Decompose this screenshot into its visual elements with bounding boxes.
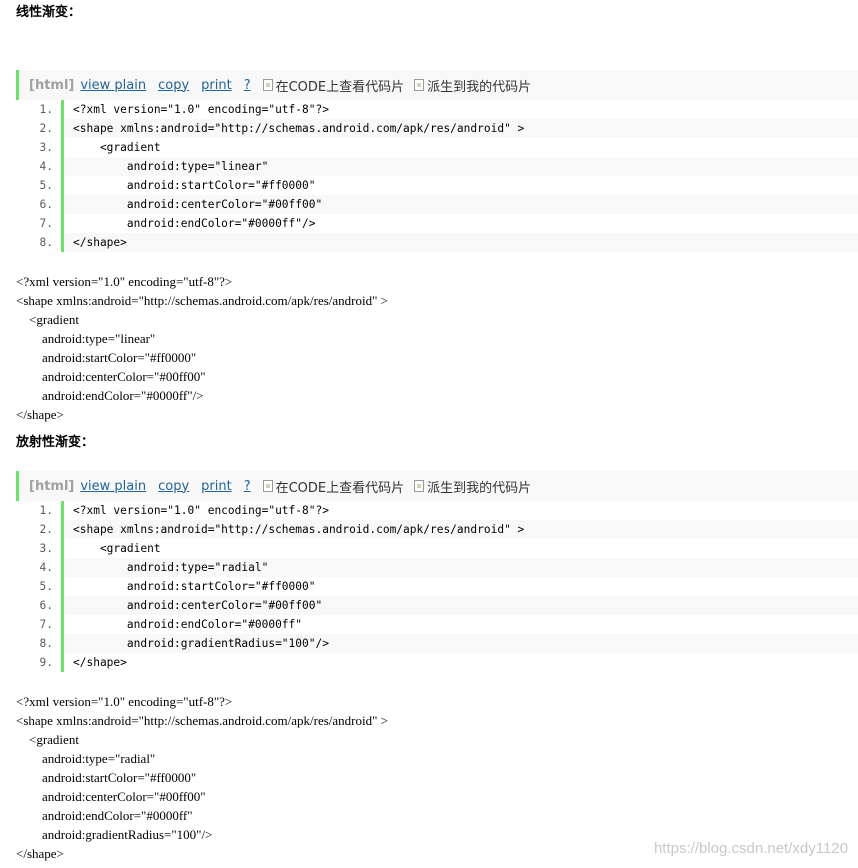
line-number: 4.	[39, 160, 53, 173]
code-line: <?xml version="1.0" encoding="utf-8"?>	[73, 504, 329, 517]
view-on-code-link[interactable]: 在CODE上查看代码片	[262, 477, 405, 496]
view-on-code-link[interactable]: 在CODE上查看代码片	[262, 76, 405, 95]
plain-code-line: </shape>	[16, 407, 64, 422]
code-line: android:endColor="#0000ff"/>	[73, 217, 316, 230]
code-row: 5. android:startColor="#ff0000"	[16, 176, 858, 195]
code-row: 8. android:gradientRadius="100"/>	[16, 634, 858, 653]
code-row: 6. android:centerColor="#00ff00"	[16, 596, 858, 615]
section-heading-linear: 线性渐变：	[16, 5, 82, 20]
plain-code-line: android:startColor="#ff0000"	[16, 770, 197, 785]
plain-code-line: android:endColor="#0000ff"/>	[16, 388, 204, 403]
line-number: 7.	[39, 618, 53, 631]
plain-code-line: android:centerColor="#00ff00"	[16, 789, 206, 804]
copy-link[interactable]: copy	[158, 78, 189, 93]
plain-code-line: <shape xmlns:android="http://schemas.and…	[16, 713, 388, 728]
code-row: 4. android:type="linear"	[16, 157, 858, 176]
view-plain-link[interactable]: view plain	[80, 479, 146, 494]
code-row: 7. android:endColor="#0000ff"/>	[16, 214, 858, 233]
copy-link[interactable]: copy	[158, 479, 189, 494]
language-label: [html]	[29, 478, 75, 494]
help-link[interactable]: ?	[244, 78, 251, 93]
code-row: 2. <shape xmlns:android="http://schemas.a…	[16, 520, 858, 539]
line-number: 3.	[39, 141, 53, 154]
line-number: 1.	[39, 103, 53, 116]
code-toolbar: [html] view plain copy print ? 在CODE上查看代…	[16, 471, 858, 501]
code-line: <?xml version="1.0" encoding="utf-8"?>	[73, 103, 329, 116]
line-number: 2.	[39, 122, 53, 135]
code-line: <gradient	[73, 542, 161, 555]
plain-code-line: android:endColor="#0000ff"	[16, 808, 193, 823]
plain-code-line: <?xml version="1.0" encoding="utf-8"?>	[16, 274, 233, 289]
watermark: https://blog.csdn.net/xdy1120	[653, 840, 848, 857]
code-block: 1. <?xml version="1.0" encoding="utf-8"?>…	[16, 100, 858, 252]
code-line: android:startColor="#ff0000"	[73, 580, 316, 593]
fork-code-link[interactable]: 派生到我的代码片	[414, 76, 531, 95]
code-row: 5. android:startColor="#ff0000"	[16, 577, 858, 596]
code-line: </shape>	[64, 233, 858, 252]
broken-image-icon	[414, 480, 425, 492]
language-label: [html]	[29, 77, 75, 93]
code-row: 3. <gradient	[16, 539, 858, 558]
code-line: android:type="linear"	[64, 157, 858, 176]
line-number: 5.	[39, 580, 53, 593]
line-number: 1.	[39, 504, 53, 517]
line-number: 8.	[39, 236, 53, 249]
section-heading-radial: 放射性渐变：	[16, 435, 95, 450]
fork-code-label: 派生到我的代码片	[427, 79, 532, 95]
code-line: android:endColor="#0000ff"	[73, 618, 303, 631]
code-row: 6. android:centerColor="#00ff00"	[16, 195, 858, 214]
plain-code-line: android:type="radial"	[16, 751, 156, 766]
plain-code: <?xml version="1.0" encoding="utf-8"?> <…	[16, 692, 388, 863]
plain-code: <?xml version="1.0" encoding="utf-8"?> <…	[16, 272, 388, 424]
line-number: 4.	[39, 561, 53, 574]
code-line: <shape xmlns:android="http://schemas.and…	[64, 119, 858, 138]
line-number: 6.	[39, 198, 53, 211]
print-link[interactable]: print	[201, 78, 232, 93]
code-line: android:gradientRadius="100"/>	[64, 634, 858, 653]
code-row: 9. </shape>	[16, 653, 858, 672]
code-row: 3. <gradient	[16, 138, 858, 157]
view-on-code-label: 在CODE上查看代码片	[275, 79, 405, 95]
line-number: 6.	[39, 599, 53, 612]
code-toolbar: [html] view plain copy print ? 在CODE上查看代…	[16, 70, 858, 100]
line-number: 8.	[39, 637, 53, 650]
line-number: 5.	[39, 179, 53, 192]
view-on-code-label: 在CODE上查看代码片	[275, 480, 405, 496]
help-link[interactable]: ?	[244, 479, 251, 494]
code-row: 8. </shape>	[16, 233, 858, 252]
fork-code-link[interactable]: 派生到我的代码片	[414, 477, 531, 496]
code-line: android:centerColor="#00ff00"	[64, 596, 858, 615]
plain-code-line: </shape>	[16, 846, 64, 861]
code-row: 1. <?xml version="1.0" encoding="utf-8"?>	[16, 100, 858, 119]
line-number: 7.	[39, 217, 53, 230]
fork-code-label: 派生到我的代码片	[427, 480, 532, 496]
code-line: <shape xmlns:android="http://schemas.and…	[64, 520, 858, 539]
code-block: 1. <?xml version="1.0" encoding="utf-8"?>…	[16, 501, 858, 672]
code-line: android:type="radial"	[64, 558, 858, 577]
line-number: 9.	[39, 656, 53, 669]
broken-image-icon	[414, 79, 425, 91]
code-line: </shape>	[73, 656, 127, 669]
code-row: 1. <?xml version="1.0" encoding="utf-8"?>	[16, 501, 858, 520]
line-number: 3.	[39, 542, 53, 555]
code-row: 2. <shape xmlns:android="http://schemas.a…	[16, 119, 858, 138]
plain-code-line: android:gradientRadius="100"/>	[16, 827, 213, 842]
plain-code-line: <gradient	[16, 732, 79, 747]
code-row: 4. android:type="radial"	[16, 558, 858, 577]
plain-code-line: android:centerColor="#00ff00"	[16, 369, 206, 384]
print-link[interactable]: print	[201, 479, 232, 494]
code-line: <gradient	[73, 141, 161, 154]
plain-code-line: <gradient	[16, 312, 79, 327]
broken-image-icon	[262, 79, 273, 91]
plain-code-line: android:startColor="#ff0000"	[16, 350, 197, 365]
plain-code-line: <shape xmlns:android="http://schemas.and…	[16, 293, 388, 308]
code-line: android:startColor="#ff0000"	[73, 179, 316, 192]
view-plain-link[interactable]: view plain	[80, 78, 146, 93]
line-number: 2.	[39, 523, 53, 536]
code-line: android:centerColor="#00ff00"	[64, 195, 858, 214]
code-row: 7. android:endColor="#0000ff"	[16, 615, 858, 634]
plain-code-line: <?xml version="1.0" encoding="utf-8"?>	[16, 694, 233, 709]
broken-image-icon	[262, 480, 273, 492]
plain-code-line: android:type="linear"	[16, 331, 156, 346]
